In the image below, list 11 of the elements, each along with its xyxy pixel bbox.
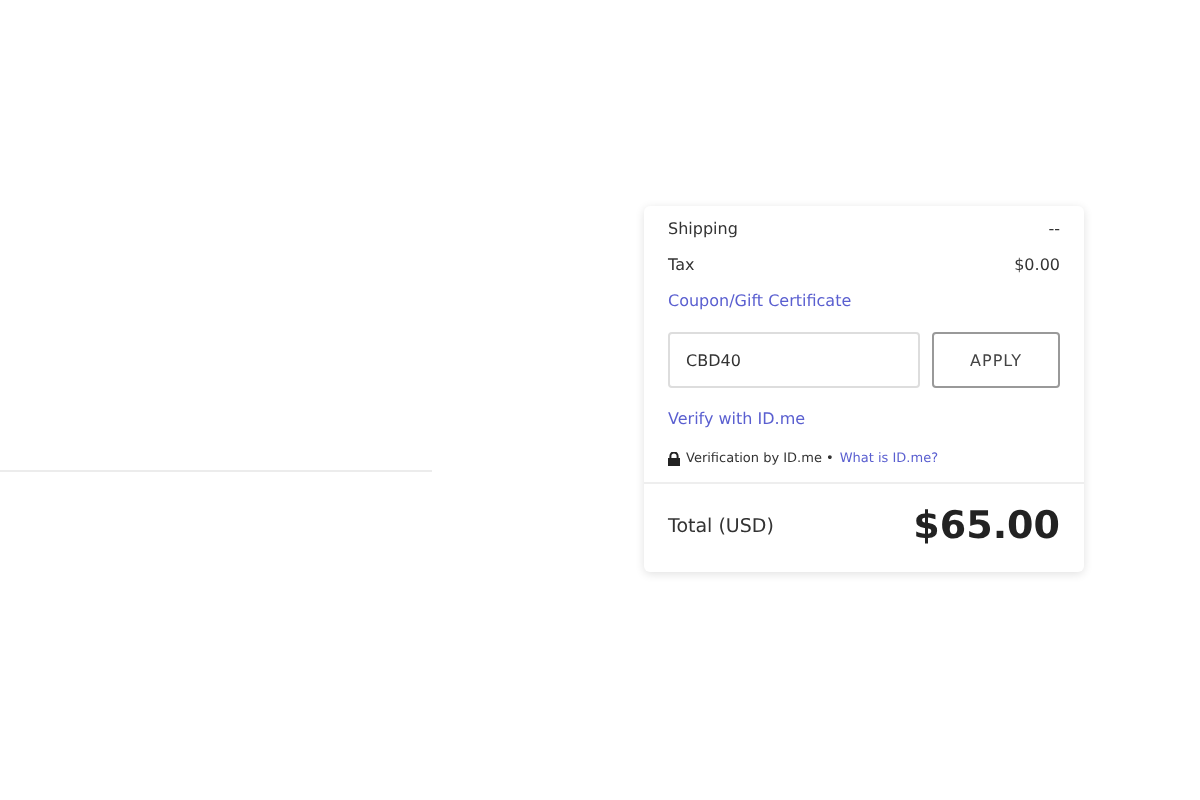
coupon-field[interactable]: CBD40 [668, 332, 920, 388]
row-value: $0.00 [1014, 255, 1060, 273]
row-label: Tax [668, 255, 695, 273]
row-value: -- [1048, 219, 1060, 237]
verify-link[interactable]: Verify with ID.me [668, 409, 806, 427]
total-value: $65.00 [913, 504, 1060, 548]
coupon-link[interactable]: Coupon/Gift Certificate [668, 291, 852, 309]
apply-button[interactable]: APPLY [932, 332, 1060, 388]
total-label: Total (USD) [668, 515, 774, 537]
row-label: Shipping [668, 219, 738, 237]
lock-icon [668, 451, 680, 465]
